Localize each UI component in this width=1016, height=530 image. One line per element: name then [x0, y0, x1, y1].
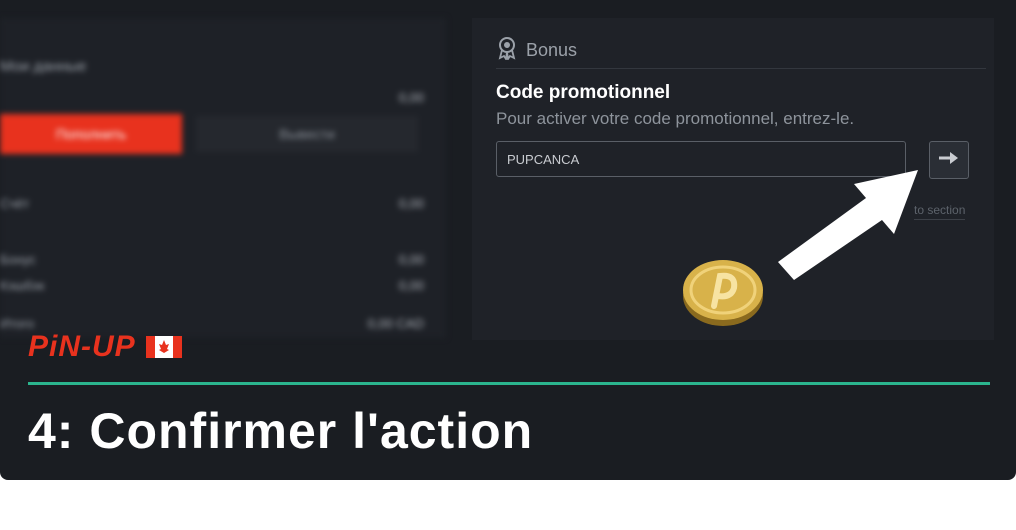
deposit-button[interactable]: Пополнить: [0, 114, 182, 154]
casino-bonus-coin: [676, 252, 770, 335]
bonus-header: Bonus: [496, 36, 577, 65]
withdraw-button[interactable]: Вывести: [196, 116, 418, 152]
row-label: Бонус: [0, 252, 36, 267]
account-amount: 0,00: [398, 90, 424, 105]
account-panel: Мои данные 0,00 Пополнить Вывести Счёт 0…: [0, 18, 446, 338]
logo-text: PiN-UP: [28, 330, 136, 363]
row-value: 0,00: [398, 252, 424, 267]
row-label: Кэшбэк: [0, 278, 45, 293]
submit-code-button[interactable]: [929, 141, 969, 179]
screenshot-card: Мои данные 0,00 Пополнить Вывести Счёт 0…: [0, 0, 1016, 480]
canada-flag-icon: [145, 336, 182, 358]
pointer-arrow: [770, 150, 930, 295]
row-value: 0,00: [398, 278, 424, 293]
step-title: 4: Confirmer l'action: [28, 403, 534, 459]
row-value: 0,00 CAD: [367, 316, 424, 331]
promo-code-title: Code promotionnel: [496, 82, 671, 103]
row-label: Итого: [0, 316, 35, 331]
arrow-right-icon: [937, 150, 961, 171]
green-divider: [28, 382, 990, 385]
award-icon: [496, 36, 518, 65]
pinup-logo: PiN-UP: [28, 330, 182, 364]
bonus-heading: Bonus: [526, 40, 578, 60]
divider: [496, 68, 986, 69]
row-value: 0,00: [398, 196, 424, 211]
account-title: Мои данные: [0, 58, 87, 75]
promo-code-subtitle: Pour activer votre code promotionnel, en…: [496, 109, 855, 128]
row-label: Счёт: [0, 196, 30, 211]
